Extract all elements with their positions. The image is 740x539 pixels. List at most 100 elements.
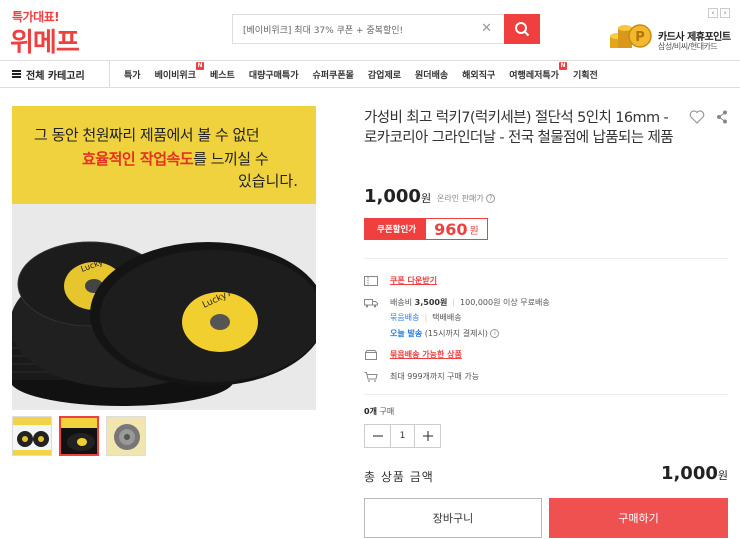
all-categories-label: 전체 카테고리 bbox=[26, 70, 85, 82]
max-purchase: 최대 999개까지 구매 가능 bbox=[390, 372, 480, 381]
nav-item-exhibition[interactable]: 기획전 bbox=[573, 68, 598, 81]
image-text-line2: 효율적인 작업속도를 느끼실 수 bbox=[82, 148, 269, 169]
product-title: 가성비 최고 럭키7(럭키세븐) 절단석 5인치 16mm - 로카코리아 그라… bbox=[364, 110, 674, 146]
bundle-available-link[interactable]: 묶음배송 가능한 상품 bbox=[390, 349, 462, 360]
coins-icon: P bbox=[610, 24, 652, 48]
bundle-shipping: 묶음배송 bbox=[390, 313, 420, 322]
courier: 택배배송 bbox=[432, 313, 462, 322]
box-icon bbox=[365, 349, 377, 360]
coupon-price: 960 원 bbox=[426, 219, 487, 239]
info-icon[interactable]: i bbox=[490, 329, 500, 338]
coupon-download-link[interactable]: 쿠폰 다운받기 bbox=[390, 275, 437, 286]
max-purchase-row: 최대 999개까지 구매 가능 bbox=[364, 371, 479, 382]
decrease-button[interactable] bbox=[365, 425, 390, 447]
total-label: 총 상품 금액 bbox=[364, 470, 434, 484]
chevron-right-icon[interactable]: › bbox=[720, 8, 730, 18]
promo-nav: ‹ › bbox=[708, 8, 730, 18]
nav-item-deals[interactable]: 특가 bbox=[124, 68, 141, 81]
product-price: 1,000원 bbox=[364, 186, 431, 207]
divider bbox=[364, 394, 728, 395]
search-button[interactable] bbox=[504, 14, 540, 44]
all-categories-button[interactable]: 전체 카테고리 bbox=[0, 61, 110, 87]
total-price-value: 1,000 bbox=[660, 463, 718, 484]
thumbnail-image bbox=[61, 418, 97, 454]
header: 특가대표! 위메프 ✕ P 카드사 제휴포인트 삼성/비씨/현대카드 ‹ › bbox=[0, 0, 740, 60]
price-value: 1,000 bbox=[364, 186, 421, 207]
logo[interactable]: 위메프 bbox=[10, 22, 80, 59]
cart-icon bbox=[364, 371, 378, 382]
thumbnail-2[interactable] bbox=[59, 416, 99, 456]
today-shipping: 오늘 발송 bbox=[390, 329, 423, 338]
nav-item-label: 베이비위크 bbox=[154, 70, 196, 81]
svg-text:P: P bbox=[635, 30, 645, 45]
search-input[interactable] bbox=[233, 15, 473, 43]
thumbnail-image bbox=[13, 417, 51, 455]
shipping-fee: 3,500원 bbox=[414, 298, 448, 307]
new-badge: N bbox=[558, 61, 567, 70]
promo-banner[interactable]: P 카드사 제휴포인트 삼성/비씨/현대카드 ‹ › bbox=[606, 8, 734, 52]
price-unit: 원 bbox=[420, 192, 432, 205]
minus-icon bbox=[372, 435, 383, 437]
question-icon[interactable]: ? bbox=[486, 194, 496, 203]
image-text-line3: 있습니다. bbox=[238, 172, 298, 190]
share-icon[interactable] bbox=[716, 110, 728, 127]
shipping-fee-row: 배송비 3,500원 | 100,000원 이상 무료배송 bbox=[364, 297, 550, 308]
nav-item-wonder-delivery[interactable]: 원더배송 bbox=[415, 68, 448, 81]
coupon-price-box: 쿠폰할인가 960 원 bbox=[364, 218, 488, 240]
total-price: 1,000원 bbox=[661, 463, 728, 484]
new-badge: N bbox=[195, 61, 204, 70]
buy-now-button[interactable]: 구매하기 bbox=[549, 498, 728, 538]
category-nav: 전체 카테고리 특가 베이비위크 N 베스트 대량구매특가 슈퍼쿠폰몰 감업제로 … bbox=[0, 60, 740, 88]
image-text-highlight: 효율적인 작업속도 bbox=[82, 150, 194, 168]
image-text-line1: 그 동안 천원짜리 제품에서 볼 수 없던 bbox=[34, 126, 260, 144]
quantity-stepper bbox=[364, 424, 441, 448]
quantity-label: 0개 구매 bbox=[364, 406, 394, 417]
shipping-type-row: 묶음배송 | 택배배송 bbox=[390, 312, 462, 323]
quantity-suffix: 구매 bbox=[379, 407, 395, 416]
nav-item-baby-week[interactable]: 베이비위크 N bbox=[154, 61, 204, 81]
shipping-fee-label: 배송비 bbox=[390, 298, 413, 307]
nav-item-travel[interactable]: 여행레저특가 N bbox=[509, 61, 567, 81]
plus-icon bbox=[422, 431, 433, 441]
nav-item-best[interactable]: 베스트 bbox=[210, 68, 235, 81]
total-price-unit: 원 bbox=[717, 469, 728, 482]
today-shipping-note: (15시까지 결제시) bbox=[424, 329, 488, 338]
increase-button[interactable] bbox=[415, 425, 440, 447]
image-text-line2-rest: 를 느끼실 수 bbox=[193, 150, 269, 168]
truck-icon bbox=[364, 298, 378, 307]
menu-icon bbox=[12, 70, 21, 78]
nav-item-label: 여행레저특가 bbox=[509, 70, 559, 81]
heart-icon[interactable] bbox=[689, 110, 705, 127]
thumbnail-3[interactable] bbox=[106, 416, 146, 456]
thumbnail-image bbox=[107, 417, 145, 455]
bundle-available-row: 묶음배송 가능한 상품 bbox=[364, 349, 462, 360]
thumbnail-1[interactable] bbox=[12, 416, 52, 456]
divider: | bbox=[424, 313, 428, 322]
divider bbox=[364, 258, 728, 259]
image-banner: 그 동안 천원짜리 제품에서 볼 수 없던 효율적인 작업속도를 느끼실 수 있… bbox=[12, 106, 316, 204]
today-shipping-row: 오늘 발송 (15시까지 결제시) i bbox=[390, 328, 500, 339]
coupon-label: 쿠폰할인가 bbox=[365, 219, 427, 239]
quantity-input[interactable] bbox=[390, 425, 415, 447]
search-icon bbox=[515, 22, 530, 37]
thumbnail-list bbox=[12, 416, 146, 456]
nav-items: 특가 베이비위크 N 베스트 대량구매특가 슈퍼쿠폰몰 감업제로 원더배송 해외직… bbox=[124, 61, 598, 87]
nav-item-zero[interactable]: 감업제로 bbox=[368, 68, 401, 81]
add-to-cart-button[interactable]: 장바구니 bbox=[364, 498, 542, 538]
nav-item-super-coupon[interactable]: 슈퍼쿠폰몰 bbox=[313, 68, 354, 81]
coupon-price-unit: 원 bbox=[469, 225, 479, 237]
nav-item-overseas[interactable]: 해외직구 bbox=[462, 68, 495, 81]
coupon-download-row: 쿠폰 다운받기 bbox=[364, 275, 437, 286]
chevron-left-icon[interactable]: ‹ bbox=[708, 8, 718, 18]
quantity-count: 0개 bbox=[364, 407, 377, 416]
free-shipping: 100,000원 이상 무료배송 bbox=[460, 298, 550, 307]
divider: | bbox=[452, 298, 456, 307]
close-icon[interactable]: ✕ bbox=[481, 21, 492, 36]
coupon-price-value: 960 bbox=[434, 219, 468, 239]
product-photo: Lucky7 Lucky7 bbox=[12, 204, 316, 410]
nav-item-bulk[interactable]: 대량구매특가 bbox=[249, 68, 299, 81]
price-note-label: 온라인 판매가 bbox=[437, 194, 484, 203]
price-note: 온라인 판매가 ? bbox=[437, 193, 496, 204]
promo-subtitle: 삼성/비씨/현대카드 bbox=[658, 42, 718, 51]
product-main-image: 그 동안 천원짜리 제품에서 볼 수 없던 효율적인 작업속도를 느끼실 수 있… bbox=[12, 106, 316, 410]
